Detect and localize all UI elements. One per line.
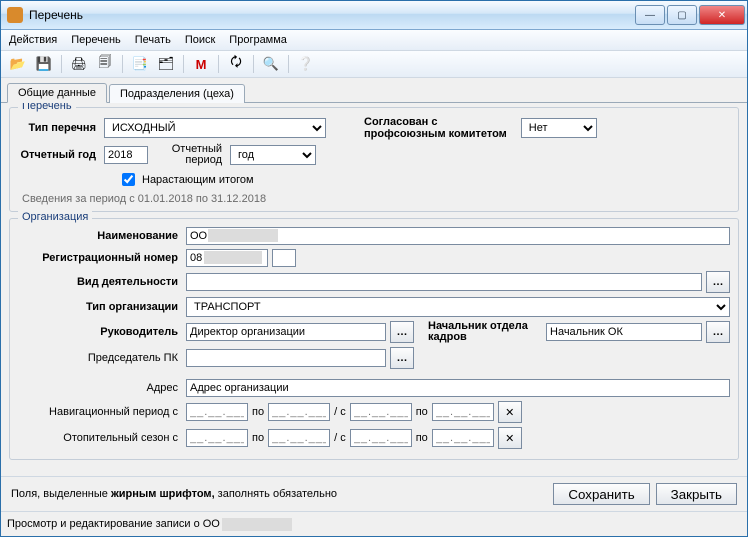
separator	[218, 55, 219, 73]
period-select[interactable]: год	[230, 145, 316, 165]
close-button[interactable]: ✕	[699, 5, 745, 25]
status-masked	[222, 518, 292, 531]
nav-label: Навигационный период с	[18, 406, 182, 418]
heat-from-1[interactable]	[186, 429, 248, 447]
nav-clear-button[interactable]: ✕	[498, 401, 522, 423]
find-icon[interactable]: 🔍	[260, 53, 282, 75]
orgtype-label: Тип организации	[18, 301, 182, 313]
heat-clear-button[interactable]: ✕	[498, 427, 522, 449]
nav-from-1[interactable]	[186, 403, 248, 421]
paste-icon[interactable]: 🗂	[155, 53, 177, 75]
heat-to-2[interactable]	[432, 429, 494, 447]
hr-picker-button[interactable]: …	[706, 321, 730, 343]
tab-units[interactable]: Подразделения (цеха)	[109, 84, 245, 103]
nav-to-2[interactable]	[432, 403, 494, 421]
to-label: по	[252, 406, 264, 418]
menu-print[interactable]: Печать	[135, 34, 171, 46]
hr-input[interactable]	[546, 323, 702, 341]
minimize-button[interactable]: —	[635, 5, 665, 25]
year-label: Отчетный год	[18, 150, 100, 161]
separator	[122, 55, 123, 73]
preview-icon[interactable]: 🗐	[94, 53, 116, 75]
name-label: Наименование	[18, 230, 182, 242]
slash-label-2: / с	[334, 432, 346, 444]
chart-icon[interactable]: M	[190, 53, 212, 75]
heat-label: Отопительный сезон с	[18, 432, 182, 444]
menu-list[interactable]: Перечень	[71, 34, 121, 46]
maximize-button[interactable]: ▢	[667, 5, 697, 25]
period-info: Сведения за период с 01.01.2018 по 31.12…	[22, 193, 730, 205]
agreed-select[interactable]: Нет	[521, 118, 597, 138]
separator	[183, 55, 184, 73]
open-icon[interactable]: 📂	[7, 53, 29, 75]
type-select[interactable]: ИСХОДНЫЙ	[104, 118, 326, 138]
window-title: Перечень	[29, 8, 635, 22]
separator	[61, 55, 62, 73]
reg-input-2[interactable]	[272, 249, 296, 267]
heat-to-1[interactable]	[268, 429, 330, 447]
activity-input[interactable]	[186, 273, 702, 291]
print-icon[interactable]: 🖨	[68, 53, 90, 75]
cumulative-label: Нарастающим итогом	[142, 174, 254, 186]
activity-picker-button[interactable]: …	[706, 271, 730, 293]
nav-to-1[interactable]	[268, 403, 330, 421]
pk-label: Председатель ПК	[18, 352, 182, 364]
agreed-label-2: профсоюзным комитетом	[364, 128, 511, 140]
separator	[288, 55, 289, 73]
slash-label: / с	[334, 406, 346, 418]
separator	[253, 55, 254, 73]
pk-input[interactable]	[186, 349, 386, 367]
year-input[interactable]	[104, 146, 148, 164]
head-label: Руководитель	[18, 326, 182, 338]
refresh-icon[interactable]: 🗘	[225, 53, 247, 75]
agreed-label-1: Согласован с	[364, 116, 511, 128]
cumulative-checkbox[interactable]	[122, 173, 135, 186]
orgtype-select[interactable]: ТРАНСПОРТ	[186, 297, 730, 317]
to-label-4: по	[416, 432, 428, 444]
heat-from-2[interactable]	[350, 429, 412, 447]
app-icon	[7, 7, 23, 23]
copy-icon[interactable]: 📑	[129, 53, 151, 75]
to-label-3: по	[252, 432, 264, 444]
save-button[interactable]: Сохранить	[553, 483, 649, 505]
group-list-legend: Перечень	[18, 102, 76, 112]
head-input[interactable]	[186, 323, 386, 341]
help-icon[interactable]: ❔	[295, 53, 317, 75]
head-picker-button[interactable]: …	[390, 321, 414, 343]
menu-program[interactable]: Программа	[229, 34, 287, 46]
tab-general[interactable]: Общие данные	[7, 83, 107, 103]
pk-picker-button[interactable]: …	[390, 347, 414, 369]
to-label-2: по	[416, 406, 428, 418]
type-label: Тип перечня	[18, 122, 100, 134]
hr-label: Начальник отдела кадров	[428, 321, 542, 343]
status-text: Просмотр и редактирование записи о ОО	[7, 518, 220, 530]
menu-actions[interactable]: Действия	[9, 34, 57, 46]
close-form-button[interactable]: Закрыть	[656, 483, 737, 505]
addr-input[interactable]	[186, 379, 730, 397]
group-org-legend: Организация	[18, 211, 92, 223]
activity-label: Вид деятельности	[18, 276, 182, 288]
addr-label: Адрес	[18, 382, 182, 394]
nav-from-2[interactable]	[350, 403, 412, 421]
reg-label: Регистрационный номер	[18, 252, 182, 264]
footer-hint: Поля, выделенные жирным шрифтом, заполня…	[11, 488, 547, 500]
save-icon[interactable]: 💾	[33, 53, 55, 75]
period-label: Отчетный период	[162, 144, 226, 166]
menu-search[interactable]: Поиск	[185, 34, 215, 46]
